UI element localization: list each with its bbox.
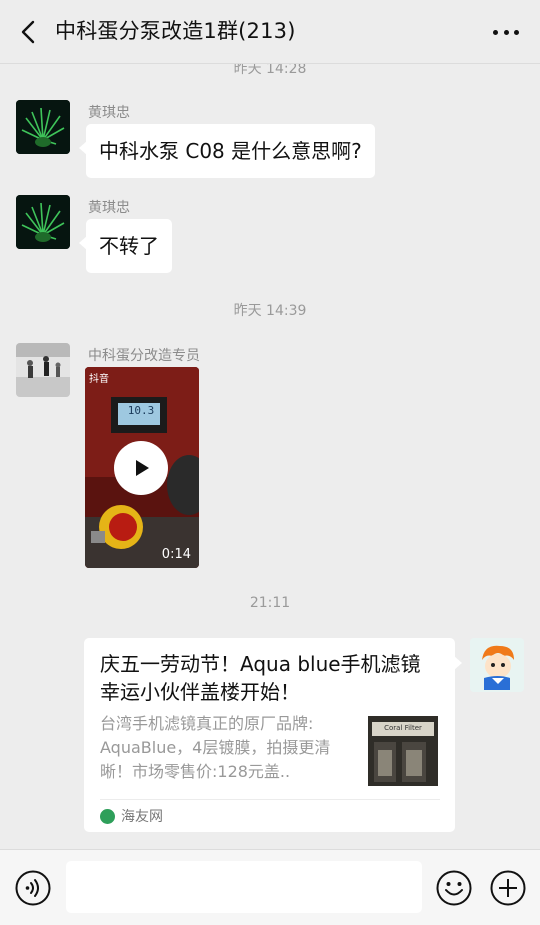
source-logo-icon bbox=[100, 808, 115, 824]
back-icon[interactable] bbox=[14, 16, 46, 48]
emoji-icon[interactable] bbox=[435, 869, 473, 907]
chat-title: 中科蛋分泵改造1群(213) bbox=[55, 19, 296, 43]
video-display-reading: 10.3 bbox=[127, 404, 155, 417]
timestamp: 昨天 14:39 bbox=[233, 303, 307, 319]
message-input[interactable] bbox=[66, 861, 422, 913]
timestamp: 21:11 bbox=[249, 595, 291, 611]
more-options-icon[interactable] bbox=[490, 16, 522, 48]
sender-name: 中科蛋分改造专员 bbox=[88, 348, 200, 364]
add-icon[interactable] bbox=[489, 869, 527, 907]
card-title: 庆五一劳动节！Aqua blue手机滤镜幸运小伙伴盖楼开始！ bbox=[100, 652, 421, 704]
input-bar bbox=[0, 849, 540, 925]
thumbnail-label: Coral Filter bbox=[384, 724, 422, 732]
chat-header: 中科蛋分泵改造1群(213) bbox=[0, 0, 540, 64]
video-app-logo: 抖音 bbox=[89, 374, 109, 385]
video-duration: 0:14 bbox=[161, 547, 191, 562]
avatar[interactable] bbox=[16, 100, 70, 154]
card-thumbnail: Coral Filter bbox=[368, 716, 438, 786]
sender-name: 黄琪忠 bbox=[88, 200, 130, 216]
link-card[interactable]: 庆五一劳动节！Aqua blue手机滤镜幸运小伙伴盖楼开始！ 台湾手机滤镜真正的… bbox=[84, 638, 462, 832]
message-bubble[interactable]: 不转了 bbox=[79, 219, 172, 273]
card-description: 台湾手机滤镜真正的原厂品牌: AquaBlue，4层镀膜，拍摄更清晰！市场零售价… bbox=[100, 714, 331, 781]
voice-icon[interactable] bbox=[14, 869, 52, 907]
message-bubble[interactable]: 中科水泵 C08 是什么意思啊? bbox=[79, 124, 375, 178]
sender-name: 黄琪忠 bbox=[88, 105, 130, 121]
video-message[interactable]: 抖音 10.3 0:14 bbox=[85, 367, 199, 568]
message-list[interactable]: 昨天 14:28 黄琪忠 中科水泵 C08 是什么意思啊? 黄琪忠 不转了 昨天… bbox=[0, 64, 540, 849]
avatar[interactable] bbox=[16, 343, 70, 397]
source-name: 海友网 bbox=[121, 809, 163, 825]
avatar[interactable] bbox=[16, 195, 70, 249]
play-icon[interactable] bbox=[114, 441, 168, 495]
timestamp: 昨天 14:28 bbox=[233, 64, 307, 77]
card-source: 海友网 bbox=[100, 806, 163, 826]
my-avatar[interactable] bbox=[470, 638, 524, 692]
card-divider bbox=[100, 799, 440, 800]
